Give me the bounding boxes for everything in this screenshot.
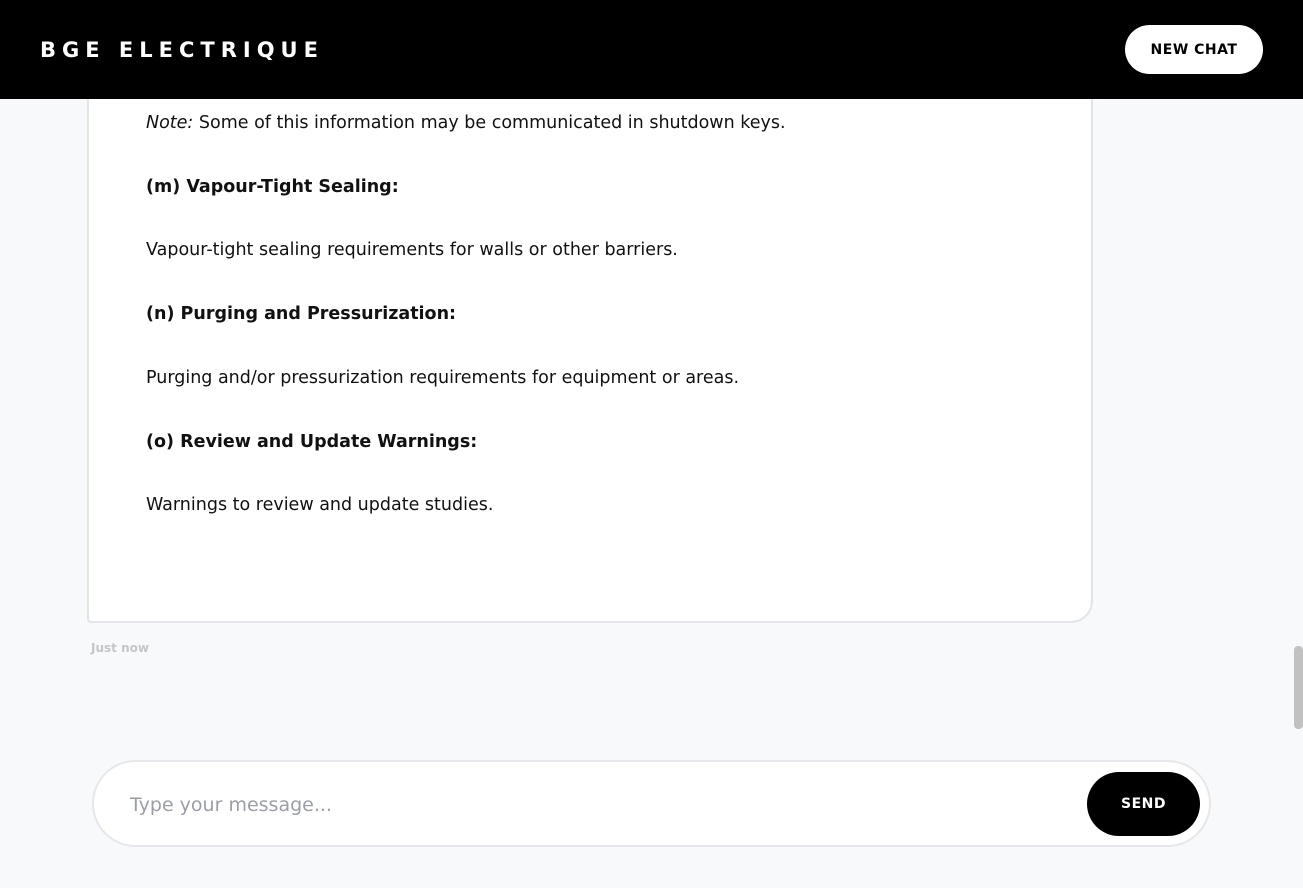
- chat-messages[interactable]: Note: Some of this information may be co…: [0, 99, 1303, 759]
- section-body: Vapour-tight sealing requirements for wa…: [146, 240, 678, 260]
- message-composer: SEND: [92, 760, 1211, 847]
- section-heading: (o) Review and Update Warnings:: [146, 432, 478, 452]
- section-body: Purging and/or pressurization requiremen…: [146, 368, 740, 388]
- section-heading: (m) Vapour-Tight Sealing:: [146, 177, 399, 197]
- message-input[interactable]: [128, 786, 1062, 824]
- note-paragraph: Note: Some of this information may be co…: [146, 113, 786, 133]
- note-label: Note:: [146, 113, 194, 133]
- section-body: Warnings to review and update studies.: [146, 495, 494, 515]
- new-chat-button[interactable]: NEW CHAT: [1125, 25, 1263, 74]
- section-heading: (n) Purging and Pressurization:: [146, 304, 457, 324]
- send-button[interactable]: SEND: [1087, 772, 1200, 836]
- brand-title: BGE ELECTRIQUE: [40, 37, 324, 62]
- app-header: BGE ELECTRIQUE NEW CHAT: [0, 0, 1303, 99]
- scrollbar-thumb[interactable]: [1294, 646, 1303, 729]
- note-text: Some of this information may be communic…: [193, 113, 786, 133]
- assistant-message-bubble: Note: Some of this information may be co…: [87, 99, 1093, 623]
- message-timestamp: Just now: [91, 641, 149, 655]
